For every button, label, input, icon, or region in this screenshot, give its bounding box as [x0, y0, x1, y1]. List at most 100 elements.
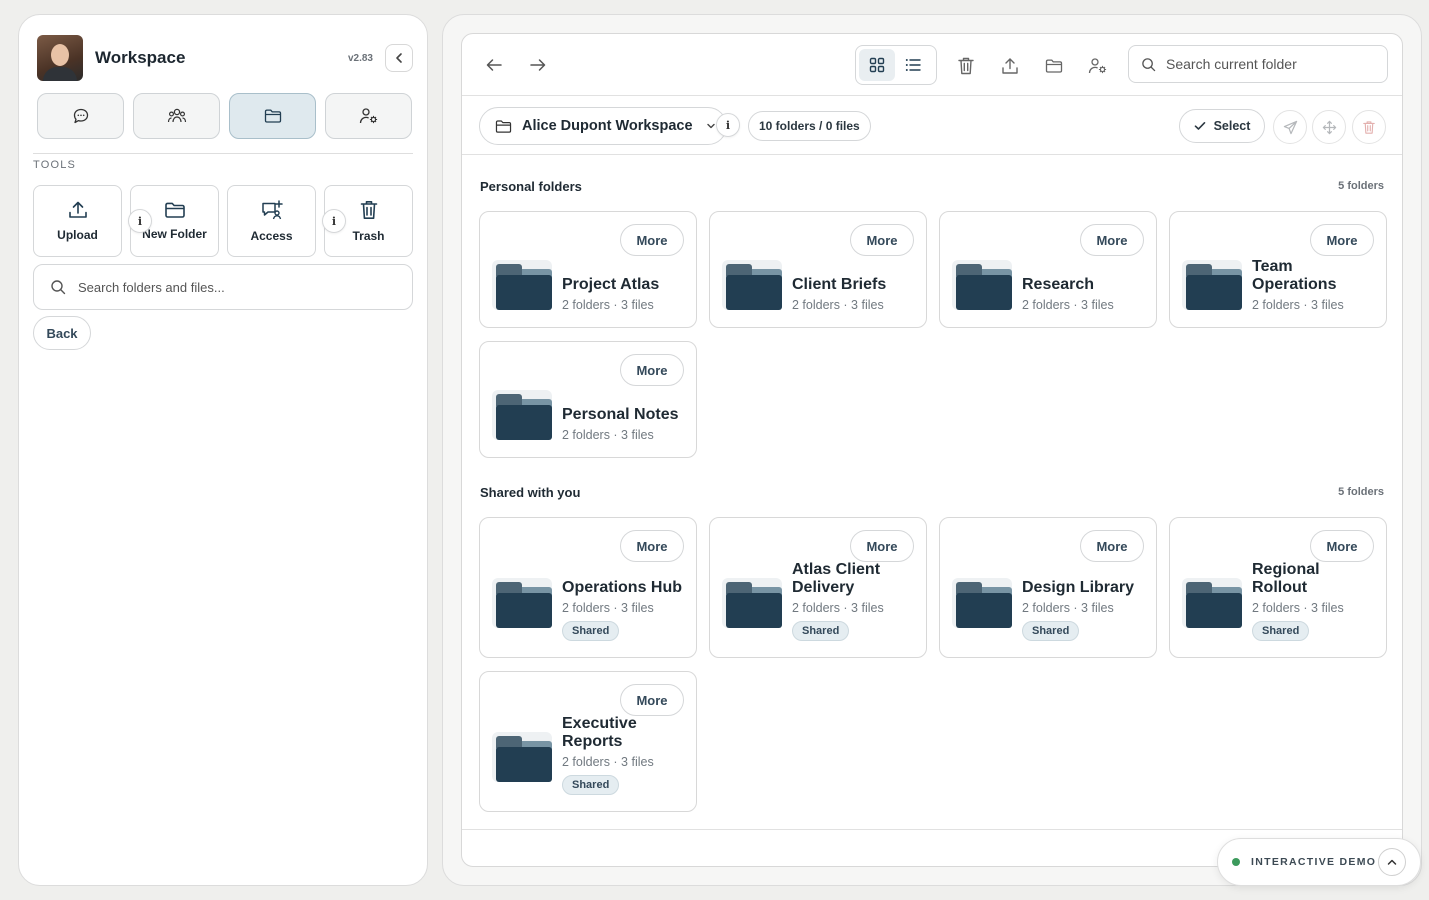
- shared-badge: Shared: [1252, 621, 1310, 641]
- forward-arrow-button[interactable]: [526, 54, 550, 76]
- more-button[interactable]: More: [850, 530, 914, 562]
- sidebar-search: [33, 264, 413, 310]
- access-tool-label: Access: [250, 229, 293, 243]
- collapse-sidebar-button[interactable]: [385, 44, 413, 72]
- toolbar-permissions-button[interactable]: [1086, 54, 1110, 78]
- folder-meta: 2 folders · 3 files: [1022, 601, 1114, 615]
- nav-user-settings-button[interactable]: [325, 93, 412, 139]
- demo-expand-button[interactable]: [1378, 848, 1406, 876]
- shared-badge: Shared: [1022, 621, 1080, 641]
- back-arrow-button[interactable]: [482, 54, 506, 76]
- personal-section-count: 5 folders: [1338, 180, 1384, 192]
- grid-icon: [869, 57, 885, 73]
- upload-icon: [1002, 58, 1018, 74]
- send-icon: [1283, 120, 1297, 134]
- nav-files-button[interactable]: [229, 93, 316, 139]
- arrow-left-icon: [486, 59, 502, 71]
- folder-card[interactable]: More Atlas Client Delivery 2 folders · 3…: [709, 517, 927, 658]
- toolbar-new-folder-button[interactable]: [1042, 54, 1066, 78]
- file-browser: Alice Dupont Workspace i 10 folders / 0 …: [461, 33, 1403, 867]
- folder-card[interactable]: More Client Briefs 2 folders · 3 files: [709, 211, 927, 328]
- bulk-delete-button[interactable]: [1352, 110, 1386, 144]
- folder-meta: 2 folders · 3 files: [1252, 298, 1344, 312]
- folder-card[interactable]: More Personal Notes 2 folders · 3 files: [479, 341, 697, 458]
- folder-icon: [164, 202, 185, 218]
- arrow-right-icon: [530, 59, 546, 71]
- demo-label: INTERACTIVE DEMO: [1251, 856, 1377, 868]
- folder-meta: 2 folders · 3 files: [562, 755, 654, 769]
- sidebar-search-input[interactable]: [78, 279, 412, 295]
- folder-icon: [1182, 260, 1242, 310]
- access-tool-button[interactable]: Access: [227, 185, 316, 257]
- check-icon: [1194, 122, 1205, 130]
- folder-meta: 2 folders · 3 files: [792, 298, 884, 312]
- folder-search-input[interactable]: [1166, 56, 1387, 72]
- folder-card[interactable]: More Regional Rollout 2 folders · 3 file…: [1169, 517, 1387, 658]
- list-view-button[interactable]: [895, 49, 931, 81]
- user-settings-icon: [359, 108, 377, 124]
- folder-card[interactable]: More Project Atlas 2 folders · 3 files: [479, 211, 697, 328]
- more-button[interactable]: More: [1310, 530, 1374, 562]
- folder-icon: [952, 260, 1012, 310]
- back-button[interactable]: Back: [33, 316, 91, 350]
- more-button[interactable]: More: [1080, 224, 1144, 256]
- move-button[interactable]: [1312, 110, 1346, 144]
- folder-name: Regional Rollout: [1252, 561, 1320, 596]
- folder-meta: 2 folders · 3 files: [1252, 601, 1344, 615]
- folder-name: Project Atlas: [562, 276, 660, 293]
- folder-icon: [264, 109, 281, 123]
- nav-chat-button[interactable]: [37, 93, 124, 139]
- more-button[interactable]: More: [620, 224, 684, 256]
- list-icon: [905, 59, 921, 71]
- folder-meta: 2 folders · 3 files: [562, 601, 654, 615]
- workspace-bar: Alice Dupont Workspace i 10 folders / 0 …: [462, 96, 1402, 155]
- upload-icon: [68, 201, 87, 218]
- chevron-left-icon: [396, 53, 402, 63]
- more-button[interactable]: More: [620, 354, 684, 386]
- upload-info-icon[interactable]: i: [128, 209, 152, 233]
- access-info-icon[interactable]: i: [322, 209, 346, 233]
- select-button[interactable]: Select: [1179, 109, 1265, 143]
- toolbar-upload-button[interactable]: [998, 54, 1022, 78]
- folder-name: Research: [1022, 276, 1095, 293]
- user-settings-icon: [1088, 58, 1107, 74]
- folder-card[interactable]: More Team Operations 2 folders · 3 files: [1169, 211, 1387, 328]
- folder-icon: [492, 260, 552, 310]
- send-button[interactable]: [1273, 110, 1307, 144]
- folder-card[interactable]: More Design Library 2 folders · 3 files …: [939, 517, 1157, 658]
- more-button[interactable]: More: [620, 684, 684, 716]
- folder-icon: [492, 732, 552, 782]
- more-button[interactable]: More: [620, 530, 684, 562]
- folder-card[interactable]: More Operations Hub 2 folders · 3 files …: [479, 517, 697, 658]
- search-icon: [1142, 57, 1156, 71]
- toolbar: [462, 34, 1402, 96]
- more-button[interactable]: More: [850, 224, 914, 256]
- chevron-down-icon: [707, 123, 715, 129]
- trash-icon: [1363, 120, 1375, 134]
- toolbar-delete-button[interactable]: [954, 54, 978, 78]
- upload-tool-button[interactable]: Upload: [33, 185, 122, 257]
- shared-badge: Shared: [562, 621, 620, 641]
- nav-team-button[interactable]: [133, 93, 220, 139]
- more-button[interactable]: More: [1080, 530, 1144, 562]
- folder-meta: 2 folders · 3 files: [562, 428, 654, 442]
- folder-card[interactable]: More Executive Reports 2 folders · 3 fil…: [479, 671, 697, 812]
- folder-card[interactable]: More Research 2 folders · 3 files: [939, 211, 1157, 328]
- chat-icon: [73, 108, 88, 124]
- folder-icon: [722, 578, 782, 628]
- workspace-info-icon[interactable]: i: [716, 113, 740, 137]
- interactive-demo-pill: INTERACTIVE DEMO: [1217, 838, 1421, 886]
- trash-icon: [958, 57, 974, 75]
- more-button[interactable]: More: [1310, 224, 1374, 256]
- grid-view-button[interactable]: [859, 49, 895, 81]
- folder-meta: 2 folders · 3 files: [792, 601, 884, 615]
- folder-icon: [1045, 59, 1063, 73]
- folder-content: Personal folders 5 folders More Project …: [462, 155, 1402, 830]
- status-dot-icon: [1232, 858, 1240, 866]
- folder-meta: 2 folders · 3 files: [1022, 298, 1114, 312]
- sidebar-divider: [33, 153, 413, 154]
- tools-heading: TOOLS: [33, 159, 77, 171]
- upload-tool-label: Upload: [57, 228, 98, 242]
- workspace-dropdown[interactable]: Alice Dupont Workspace: [479, 107, 727, 145]
- avatar[interactable]: [37, 35, 83, 81]
